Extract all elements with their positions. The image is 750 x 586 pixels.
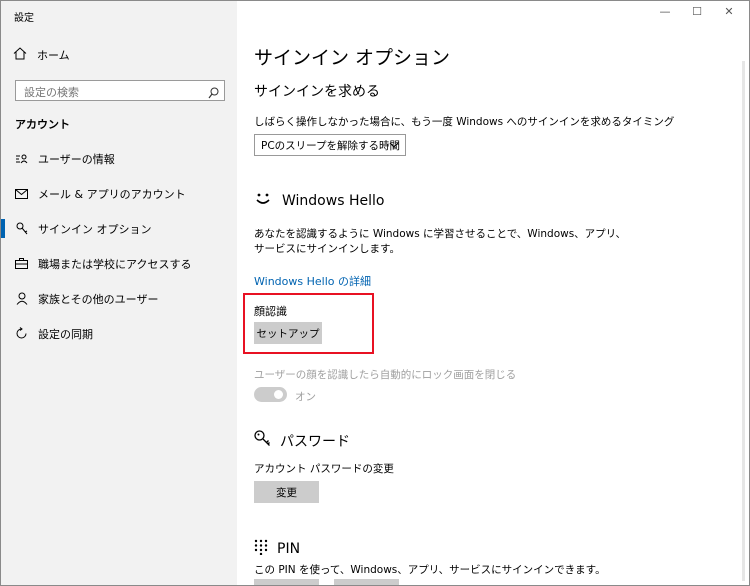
key-icon: [15, 222, 28, 235]
pin-description: この PIN を使って、Windows、アプリ、サービスにサインインできます。: [254, 564, 606, 576]
sidebar-item-family-users[interactable]: 家族とその他のユーザー: [1, 281, 237, 316]
page-title: サインイン オプション: [254, 47, 451, 69]
sidebar-item-signin-options[interactable]: サインイン オプション: [1, 211, 237, 246]
minimize-icon: —: [659, 5, 671, 18]
password-title: パスワード: [280, 433, 350, 450]
home-link[interactable]: ホーム: [13, 45, 70, 65]
sync-icon: [15, 327, 28, 340]
sidebar: 設定 ホーム アカウント ユーザーの情報: [1, 1, 237, 585]
hello-description-line1: あなたを認識するように Windows に学習させることで、Windows、アプ…: [254, 228, 627, 240]
window-title: 設定: [14, 13, 34, 24]
change-password-button[interactable]: 変更: [254, 481, 319, 503]
smile-icon: [254, 192, 272, 210]
windows-hello-details-link[interactable]: Windows Hello の詳細: [254, 273, 371, 289]
sidebar-item-sync[interactable]: 設定の同期: [1, 316, 237, 351]
minimize-button[interactable]: —: [649, 5, 681, 18]
auto-unlock-label: ユーザーの顔を認識したら自動的にロック画面を閉じる: [254, 369, 517, 381]
dropdown-value: PCのスリープを解除する時間: [261, 139, 401, 152]
change-password-label: アカウント パスワードの変更: [254, 463, 394, 475]
windows-hello-title: Windows Hello: [282, 193, 385, 209]
person-icon: [15, 292, 28, 305]
require-signin-heading: サインインを求める: [254, 84, 380, 100]
hello-description-line2: サービスにサインインします。: [254, 243, 400, 255]
face-recognition-highlight: [243, 293, 374, 354]
pin-change-button[interactable]: [254, 579, 319, 585]
sidebar-item-label: ユーザーの情報: [38, 152, 115, 166]
sidebar-item-label: メール & アプリのアカウント: [38, 187, 186, 201]
sidebar-item-mail-accounts[interactable]: メール & アプリのアカウント: [1, 176, 237, 211]
sidebar-item-work-school[interactable]: 職場または学校にアクセスする: [1, 246, 237, 281]
home-icon: [13, 47, 27, 63]
settings-window: 設定 ホーム アカウント ユーザーの情報: [0, 0, 750, 586]
pin-heading: PIN: [254, 539, 300, 559]
pin-remove-button[interactable]: [334, 579, 399, 585]
signin-timing-dropdown[interactable]: PCのスリープを解除する時間: [254, 134, 406, 156]
windows-hello-heading: Windows Hello: [254, 192, 384, 210]
sidebar-item-label: 職場または学校にアクセスする: [38, 257, 192, 271]
key-icon: [254, 430, 271, 451]
auto-unlock-toggle[interactable]: [254, 387, 287, 402]
chevron-down-icon: [389, 139, 399, 154]
maximize-icon: ☐: [692, 5, 702, 18]
search-input[interactable]: [24, 86, 204, 99]
sidebar-nav: ユーザーの情報 メール & アプリのアカウント サインイン オプション 職場また…: [1, 141, 237, 351]
search-icon[interactable]: [208, 84, 219, 103]
require-signin-description: しばらく操作しなかった場合に、もう一度 Windows へのサインインを求めるタ…: [254, 116, 675, 128]
sidebar-item-user-info[interactable]: ユーザーの情報: [1, 141, 237, 176]
close-button[interactable]: ✕: [713, 5, 745, 18]
home-label: ホーム: [37, 49, 70, 62]
scrollbar[interactable]: [742, 61, 745, 581]
pin-title: PIN: [277, 541, 301, 557]
user-card-icon: [15, 152, 28, 165]
briefcase-icon: [15, 257, 28, 270]
close-icon: ✕: [724, 5, 734, 18]
toggle-state-label: オン: [295, 391, 316, 403]
toggle-knob: [274, 390, 283, 399]
sidebar-item-label: サインイン オプション: [38, 222, 152, 236]
section-label-account: アカウント: [15, 118, 70, 131]
password-heading: パスワード: [254, 430, 350, 451]
sidebar-item-label: 設定の同期: [38, 327, 93, 341]
mail-icon: [15, 187, 28, 200]
sidebar-item-label: 家族とその他のユーザー: [38, 292, 159, 306]
maximize-button[interactable]: ☐: [681, 5, 713, 18]
search-box[interactable]: [15, 80, 225, 101]
keypad-icon: [254, 539, 268, 559]
